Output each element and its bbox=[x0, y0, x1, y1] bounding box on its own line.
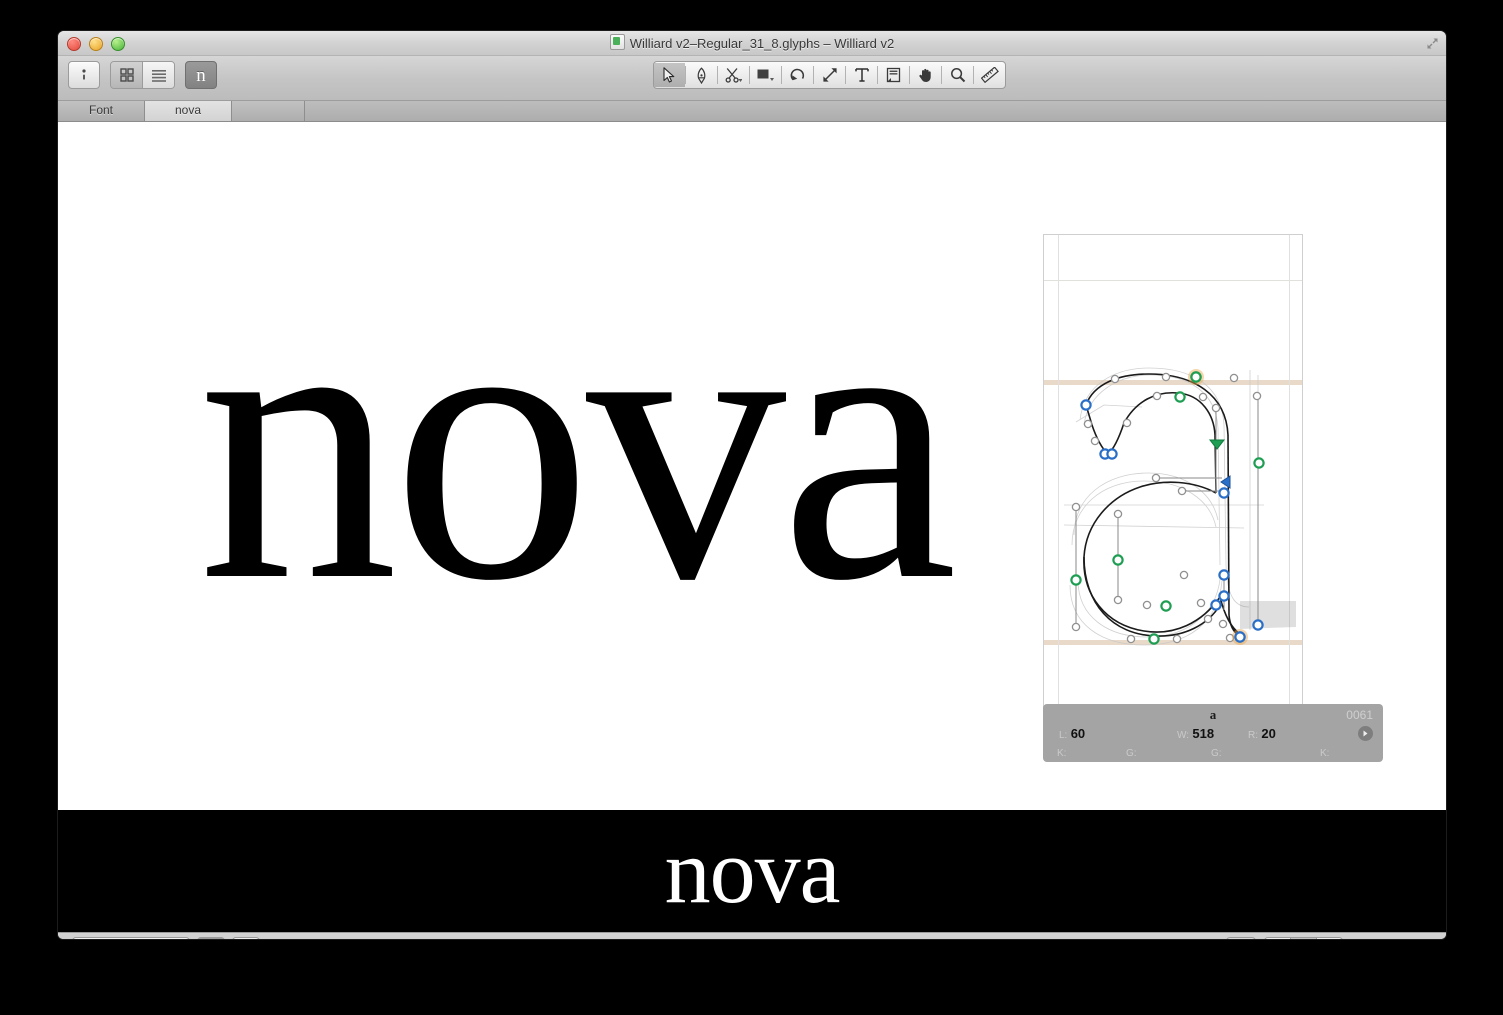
zoom-tool[interactable] bbox=[942, 63, 973, 87]
tab-nova-label: nova bbox=[174, 103, 202, 117]
document-icon bbox=[609, 34, 625, 50]
application-window: Williard v2–Regular_31_8.glyphs – Willia… bbox=[58, 31, 1446, 939]
preview-panel[interactable]: nova bbox=[58, 810, 1446, 932]
edit-tools-palette bbox=[653, 61, 1006, 89]
tab-font[interactable]: Font bbox=[58, 101, 145, 121]
annotate-tool[interactable] bbox=[878, 63, 909, 87]
hud-right-label: R: bbox=[1248, 730, 1258, 741]
measure-tool[interactable] bbox=[974, 63, 1005, 87]
toolbar: n bbox=[58, 56, 1446, 101]
hud-kern-left[interactable]: K: bbox=[1057, 744, 1066, 759]
window-title-text: Williard v2–Regular_31_8.glyphs – Willia… bbox=[629, 36, 895, 51]
preview-text: nova bbox=[664, 820, 841, 922]
hud-group-left[interactable]: G: bbox=[1126, 744, 1137, 759]
hud-glyph-name: a bbox=[1209, 707, 1217, 722]
window-title: Williard v2–Regular_31_8.glyphs – Willia… bbox=[58, 34, 1446, 51]
hud-width-label: W: bbox=[1177, 730, 1190, 741]
layout-center-button[interactable] bbox=[1290, 938, 1317, 939]
rotate-tool[interactable] bbox=[782, 63, 813, 87]
preview-size-slider[interactable] bbox=[271, 938, 346, 939]
view-mode-segmented-control bbox=[110, 61, 175, 89]
draw-tool[interactable] bbox=[686, 63, 717, 87]
glyph-preview-button[interactable]: n bbox=[185, 61, 217, 89]
fullscreen-icon[interactable] bbox=[1425, 36, 1440, 51]
hud-width[interactable]: W: 518 bbox=[1177, 726, 1214, 741]
hud-kerning-row: K: G: G: K: bbox=[1043, 744, 1383, 759]
tab-empty[interactable] bbox=[232, 101, 305, 121]
canvas-text: nova bbox=[198, 220, 958, 663]
hand-tool[interactable] bbox=[910, 63, 941, 87]
glyph-outline-a[interactable] bbox=[1044, 235, 1302, 737]
tab-bar: Font nova bbox=[58, 101, 1446, 122]
hud-group-left-label: G: bbox=[1126, 748, 1137, 759]
select-tool[interactable] bbox=[654, 63, 685, 87]
tab-nova[interactable]: nova bbox=[145, 101, 232, 121]
preview-toggle-button[interactable] bbox=[197, 937, 225, 939]
grid-view-button[interactable] bbox=[111, 62, 143, 88]
hud-expand-button[interactable] bbox=[1358, 726, 1373, 741]
edit-canvas[interactable]: nova a 0061 L: 60 W: 518 R: 20 K: G: G: … bbox=[58, 122, 1446, 810]
hud-metrics-row: L: 60 W: 518 R: 20 bbox=[1043, 726, 1383, 742]
glyph-edit-panel[interactable] bbox=[1043, 234, 1303, 738]
title-bar: Williard v2–Regular_31_8.glyphs – Willia… bbox=[58, 31, 1446, 56]
toolbar-left-group: n bbox=[68, 61, 217, 89]
tab-font-label: Font bbox=[88, 103, 113, 117]
hud-kern-left-label: K: bbox=[1057, 748, 1067, 759]
hud-left-label: L: bbox=[1059, 730, 1068, 741]
hud-unicode: 0061 bbox=[1346, 708, 1373, 722]
glyph-info-hud: a 0061 L: 60 W: 518 R: 20 K: G: G: K: bbox=[1043, 704, 1383, 762]
status-right-group: To+ bbox=[1225, 937, 1432, 939]
hud-left-sidebearing[interactable]: L: 60 bbox=[1059, 726, 1085, 741]
contrast-toggle-button[interactable] bbox=[232, 937, 260, 939]
layout-columns-button[interactable] bbox=[1316, 938, 1342, 939]
status-left-group: Features bbox=[72, 937, 346, 939]
hud-kern-right-label: K: bbox=[1320, 748, 1330, 759]
knife-tool[interactable] bbox=[718, 63, 749, 87]
hud-group-right[interactable]: G: bbox=[1211, 744, 1222, 759]
layout-left-button[interactable] bbox=[1264, 938, 1291, 939]
features-dropdown[interactable]: Features bbox=[72, 937, 190, 939]
hud-left-value: 60 bbox=[1070, 726, 1086, 741]
info-button[interactable] bbox=[68, 61, 100, 89]
hud-kern-right[interactable]: K: bbox=[1320, 744, 1329, 759]
hud-group-right-label: G: bbox=[1211, 748, 1222, 759]
glyph-preview-label: n bbox=[196, 64, 206, 86]
hud-right-value: 20 bbox=[1261, 726, 1276, 741]
status-bar: Features To+ bbox=[58, 932, 1446, 939]
list-view-button[interactable] bbox=[143, 62, 174, 88]
layout-mode-segmented-control bbox=[1263, 937, 1343, 939]
scale-tool[interactable] bbox=[814, 63, 845, 87]
hud-width-value: 518 bbox=[1192, 726, 1215, 741]
hud-right-sidebearing[interactable]: R: 20 bbox=[1248, 726, 1276, 741]
text-tool[interactable] bbox=[846, 63, 877, 87]
text-options-button[interactable]: To+ bbox=[1225, 937, 1256, 939]
shape-tool[interactable] bbox=[750, 63, 781, 87]
